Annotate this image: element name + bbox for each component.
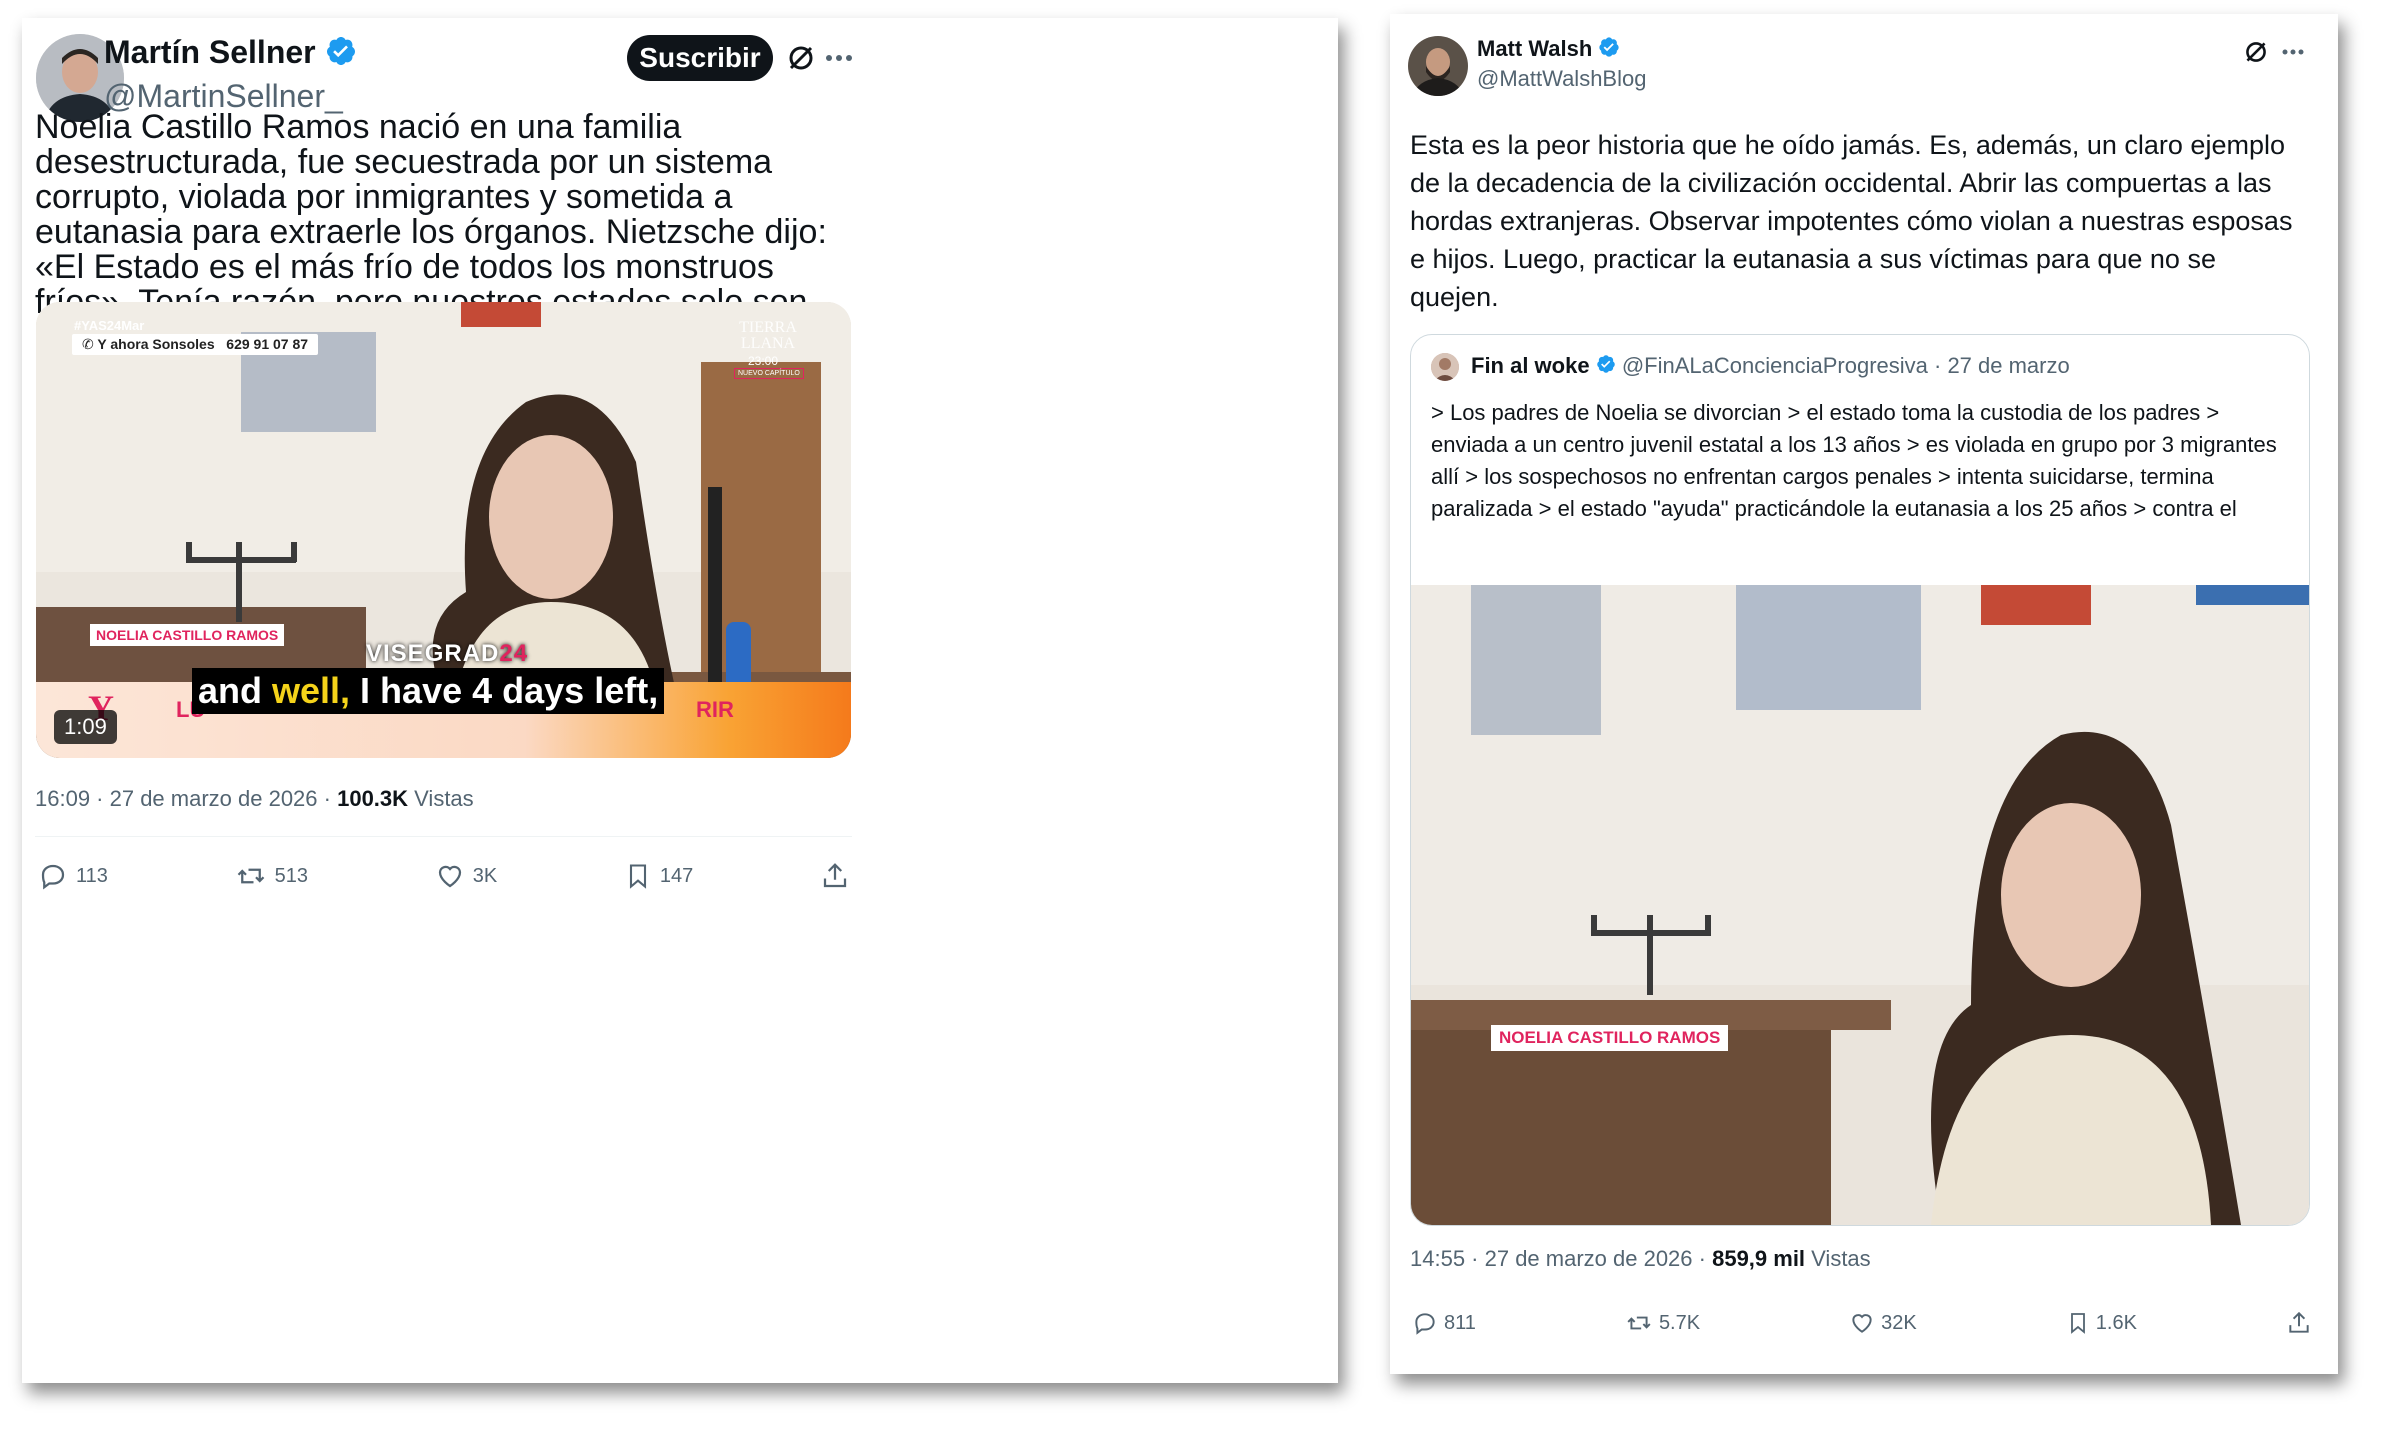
more-options-icon[interactable]	[826, 54, 852, 62]
bookmark-icon	[2066, 1310, 2090, 1336]
verified-badge-icon	[325, 35, 357, 75]
heart-icon	[1849, 1310, 1875, 1336]
heart-icon	[435, 861, 465, 891]
bookmark-icon	[624, 861, 652, 891]
tweet-card-martin: Martín Sellner @MartinSellner_ Suscribir…	[22, 18, 1338, 1383]
action-bar: 113 513 3K 147	[38, 858, 850, 894]
subscribe-button[interactable]: Suscribir	[627, 35, 773, 81]
name-tag: NOELIA CASTILLO RAMOS	[90, 624, 285, 646]
share-button[interactable]	[820, 861, 850, 891]
avatar[interactable]	[1408, 36, 1468, 96]
repost-button[interactable]: 5.7K	[1625, 1310, 1700, 1336]
tweet-card-matt: Matt Walsh @MattWalshBlog Esta es la peo…	[1390, 14, 2338, 1374]
phone-icon: ✆	[82, 336, 94, 352]
share-icon	[2286, 1310, 2312, 1336]
phone-number: 629 91 07 87	[226, 336, 309, 352]
verified-badge-icon	[1598, 36, 1620, 64]
verified-badge-icon	[1596, 354, 1616, 380]
tweet-meta: 14:55 · 27 de marzo de 2026 · 859,9 mil …	[1410, 1246, 1871, 1271]
channel-time: 23:00	[748, 354, 779, 368]
subtitle-caption: and well, I have 4 days left,	[192, 668, 665, 714]
share-button[interactable]	[2286, 1310, 2312, 1336]
quoted-tweet[interactable]: Fin al woke @FinALaConcienciaProgresiva …	[1410, 334, 2310, 1226]
video-duration: 1:09	[54, 710, 117, 744]
divider	[35, 836, 852, 837]
author-name[interactable]: Martín Sellner	[104, 34, 316, 70]
quote-image[interactable]: NOELIA CASTILLO RAMOS	[1411, 585, 2309, 1225]
bookmark-button[interactable]: 1.6K	[2066, 1310, 2137, 1336]
share-icon	[820, 861, 850, 891]
repost-button[interactable]: 513	[235, 861, 308, 891]
reply-button[interactable]: 811	[1412, 1310, 1476, 1336]
tweet-time[interactable]: 16:09 · 27 de marzo de 2026 ·	[35, 786, 337, 811]
phone-banner: ✆ Y ahora Sonsoles 629 91 07 87	[72, 334, 319, 355]
views-count: 859,9 mil	[1712, 1246, 1806, 1271]
channel-logo: TIERRA LLANA	[739, 319, 797, 352]
name-tag: NOELIA CASTILLO RAMOS	[1491, 1025, 1729, 1051]
tweet-meta: 16:09 · 27 de marzo de 2026 · 100.3K Vis…	[35, 786, 474, 811]
author-handle[interactable]: @MattWalshBlog	[1477, 66, 1646, 92]
quote-author-handle: @FinALaConcienciaProgresiva	[1621, 353, 1928, 378]
image-frame	[1411, 585, 2309, 1225]
author-name[interactable]: Matt Walsh	[1477, 36, 1592, 61]
repost-icon	[1625, 1310, 1653, 1336]
views-count: 100.3K	[337, 786, 409, 811]
channel-sub: NUEVO CAPÍTULO	[734, 368, 804, 379]
reply-icon	[1412, 1310, 1438, 1336]
hashtag-label: #YAS24Mar	[74, 318, 145, 333]
reply-icon	[38, 861, 68, 891]
repost-icon	[235, 861, 267, 891]
tweet-time[interactable]: 14:55 · 27 de marzo de 2026 ·	[1410, 1246, 1712, 1271]
tweet-text: Esta es la peor historia que he oído jam…	[1410, 130, 2293, 312]
bar-right-text: RIR	[696, 697, 734, 722]
bookmark-button[interactable]: 147	[624, 861, 693, 891]
quote-text: > Los padres de Noelia se divorcian > el…	[1431, 400, 2277, 521]
video-player[interactable]: #YAS24Mar ✆ Y ahora Sonsoles 629 91 07 8…	[36, 302, 851, 758]
like-button[interactable]: 32K	[1849, 1310, 1917, 1336]
watermark: VISEGRAD24	[366, 640, 529, 667]
grok-icon[interactable]	[2244, 40, 2268, 64]
quote-avatar	[1431, 353, 1459, 381]
phone-label: Y ahora Sonsoles	[97, 336, 215, 352]
quote-date: · 27 de marzo	[1927, 353, 2070, 378]
quote-author-name: Fin al woke	[1471, 353, 1590, 378]
reply-button[interactable]: 113	[38, 861, 108, 891]
more-options-icon[interactable]	[2282, 49, 2304, 55]
like-button[interactable]: 3K	[435, 861, 497, 891]
action-bar: 811 5.7K 32K 1.6K	[1412, 1308, 2312, 1338]
grok-icon[interactable]	[787, 44, 815, 72]
